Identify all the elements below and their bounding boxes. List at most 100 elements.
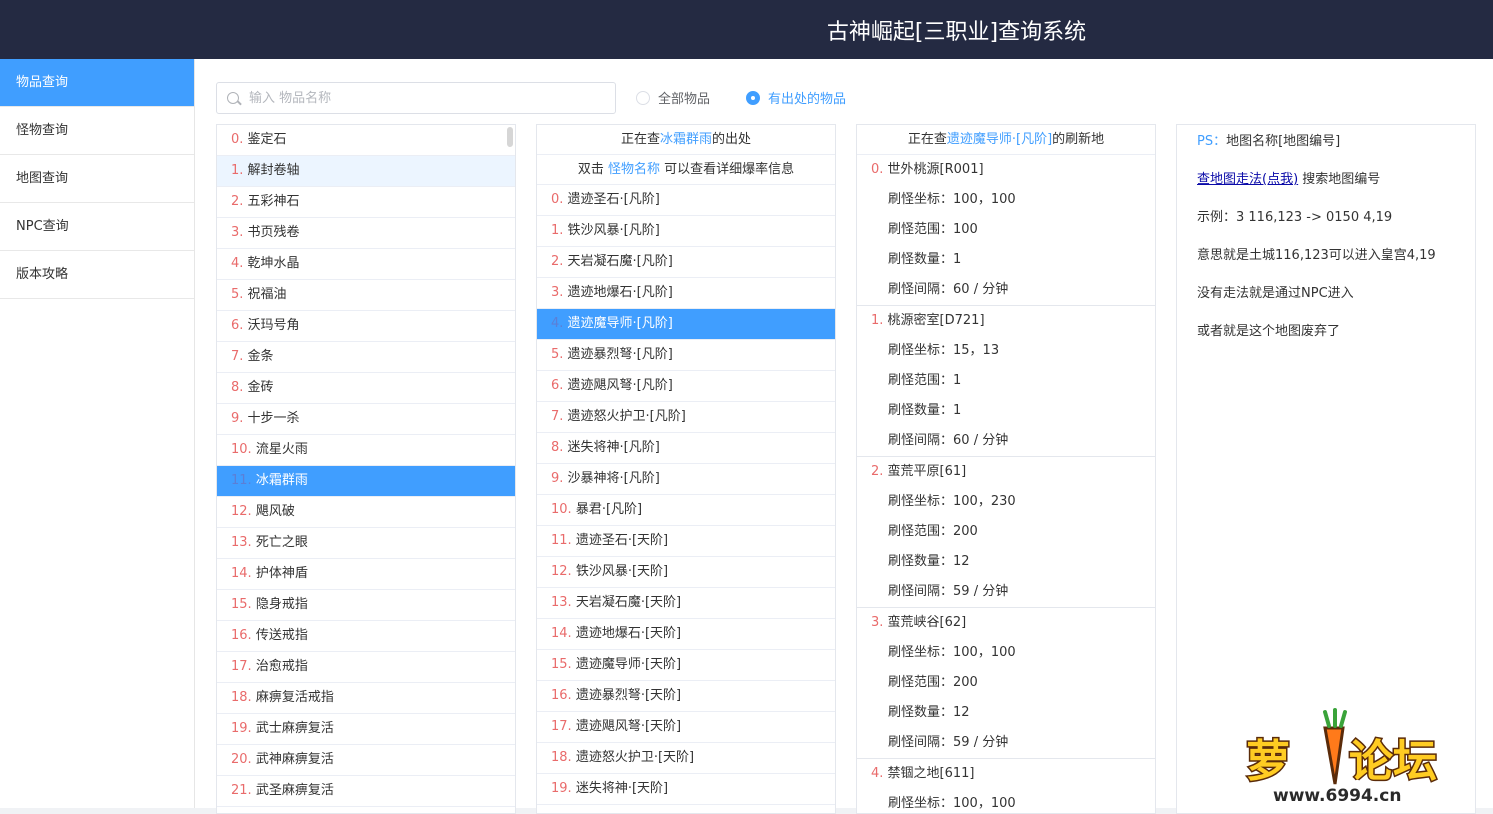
row-label: 暴君·[凡阶] <box>575 502 643 517</box>
monster-row[interactable]: 19. 迷失将神·[天阶] <box>537 774 835 805</box>
radio-all-items[interactable]: 全部物品 <box>636 88 710 107</box>
item-row[interactable]: 18. 麻痹复活戒指 <box>217 683 515 714</box>
row-label: 沙暴神将·[凡阶] <box>567 471 660 486</box>
item-row[interactable]: 19. 武士麻痹复活 <box>217 714 515 745</box>
row-label: 天岩凝石魔·[凡阶] <box>567 254 673 269</box>
monster-row[interactable]: 9. 沙暴神将·[凡阶] <box>537 464 835 495</box>
monster-row[interactable]: 5. 遗迹暴烈弩·[凡阶] <box>537 340 835 371</box>
item-row[interactable]: 1. 解封卷轴 <box>217 156 515 187</box>
row-index: 16. <box>551 688 572 703</box>
monster-row[interactable]: 12. 铁沙风暴·[天阶] <box>537 557 835 588</box>
item-row[interactable]: 2. 五彩神石 <box>217 187 515 218</box>
row-label: 传送戒指 <box>255 628 308 643</box>
row-index: 11. <box>551 533 572 548</box>
row-label: 金砖 <box>247 380 274 395</box>
monster-row[interactable]: 4. 遗迹魔导师·[凡阶] <box>537 309 835 340</box>
row-label: 遗迹暴烈弩·[凡阶] <box>567 347 673 362</box>
item-row[interactable]: 13. 死亡之眼 <box>217 528 515 559</box>
spawn-panel: 正在查遗迹魔导师·[凡阶]的刷新地 0. 世外桃源[R001] 刷怪坐标：100，… <box>856 124 1156 814</box>
item-row[interactable]: 3. 书页残卷 <box>217 218 515 249</box>
item-row[interactable]: 4. 乾坤水晶 <box>217 249 515 280</box>
row-index: 21. <box>231 783 252 798</box>
spawn-map-title[interactable]: 2. 蛮荒平原[61] <box>857 457 1155 487</box>
monster-row[interactable]: 11. 遗迹圣石·[天阶] <box>537 526 835 557</box>
sidebar-item-npc-query[interactable]: NPC查询 <box>0 203 194 251</box>
row-index: 1. <box>871 313 884 328</box>
monster-row[interactable]: 10. 暴君·[凡阶] <box>537 495 835 526</box>
selected-monster-link[interactable]: 遗迹魔导师·[凡阶] <box>947 132 1052 147</box>
row-label: 遗迹魔导师·[天阶] <box>575 657 682 672</box>
monster-row[interactable]: 2. 天岩凝石魔·[凡阶] <box>537 247 835 278</box>
spawn-map-title[interactable]: 0. 世外桃源[R001] <box>857 155 1155 185</box>
row-index: 1. <box>231 163 244 178</box>
item-row[interactable]: 8. 金砖 <box>217 373 515 404</box>
radio-items-with-source[interactable]: 有出处的物品 <box>746 88 846 107</box>
row-label: 治愈戒指 <box>255 659 308 674</box>
row-index: 0. <box>551 192 564 207</box>
spawn-count-label: 刷怪数量： <box>888 252 954 267</box>
spawn-range-label: 刷怪范围： <box>888 524 954 539</box>
map-route-link[interactable]: 查地图走法(点我) <box>1197 172 1298 187</box>
row-index: 14. <box>551 626 572 641</box>
sidebar-item-version-guide[interactable]: 版本攻略 <box>0 251 194 299</box>
monster-row[interactable]: 3. 遗迹地爆石·[凡阶] <box>537 278 835 309</box>
spawn-coord-value: 15，13 <box>953 343 1000 358</box>
item-row[interactable]: 9. 十步一杀 <box>217 404 515 435</box>
item-row[interactable]: 20. 武神麻痹复活 <box>217 745 515 776</box>
row-label: 五彩神石 <box>247 194 300 209</box>
title-prefix: 正在查 <box>907 132 947 147</box>
spawn-interval: 刷怪间隔：60 / 分钟 <box>857 426 1155 456</box>
monster-row[interactable]: 14. 遗迹地爆石·[天阶] <box>537 619 835 650</box>
monster-row[interactable]: 13. 天岩凝石魔·[天阶] <box>537 588 835 619</box>
item-row[interactable]: 16. 传送戒指 <box>217 621 515 652</box>
item-row[interactable]: 11. 冰霜群雨 <box>217 466 515 497</box>
item-row[interactable]: 17. 治愈戒指 <box>217 652 515 683</box>
spawn-coord-value: 100，100 <box>953 645 1016 660</box>
row-index: 15. <box>231 597 252 612</box>
item-row[interactable]: 12. 飓风破 <box>217 497 515 528</box>
spawn-count-label: 刷怪数量： <box>888 554 954 569</box>
spawn-coord-label: 刷怪坐标： <box>888 192 954 207</box>
scrollbar-thumb[interactable] <box>507 127 513 147</box>
item-row[interactable]: 7. 金条 <box>217 342 515 373</box>
monster-row[interactable]: 16. 遗迹暴烈弩·[天阶] <box>537 681 835 712</box>
monster-row[interactable]: 17. 遗迹飓风弩·[天阶] <box>537 712 835 743</box>
item-row[interactable]: 14. 护体神盾 <box>217 559 515 590</box>
source-panel: 正在查冰霜群雨的出处 双击 怪物名称 可以查看详细爆率信息 0. 遗迹圣石·[凡… <box>536 124 836 814</box>
search-box <box>216 82 616 114</box>
title-prefix: 正在查 <box>620 132 660 147</box>
row-index: 16. <box>231 628 252 643</box>
item-row[interactable]: 0. 鉴定石 <box>217 125 515 156</box>
row-label: 死亡之眼 <box>255 535 308 550</box>
monster-row[interactable]: 6. 遗迹飓风弩·[凡阶] <box>537 371 835 402</box>
row-label: 遗迹飓风弩·[天阶] <box>575 719 682 734</box>
monster-row[interactable]: 0. 遗迹圣石·[凡阶] <box>537 185 835 216</box>
row-label: 迷失将神·[天阶] <box>575 781 669 796</box>
item-row[interactable]: 6. 沃玛号角 <box>217 311 515 342</box>
monster-row[interactable]: 7. 遗迹怒火护卫·[凡阶] <box>537 402 835 433</box>
map-name: 桃源密室[D721] <box>887 313 985 328</box>
monster-row[interactable]: 1. 铁沙风暴·[凡阶] <box>537 216 835 247</box>
search-input[interactable] <box>249 87 609 109</box>
note-ps: PS：地图名称[地图编号] <box>1197 127 1475 165</box>
spawn-map-title[interactable]: 3. 蛮荒峡谷[62] <box>857 608 1155 638</box>
monster-row[interactable]: 18. 遗迹怒火护卫·[天阶] <box>537 743 835 774</box>
item-row[interactable]: 15. 隐身戒指 <box>217 590 515 621</box>
selected-item-link[interactable]: 冰霜群雨 <box>660 132 712 147</box>
row-label: 护体神盾 <box>255 566 308 581</box>
monster-row[interactable]: 15. 遗迹魔导师·[天阶] <box>537 650 835 681</box>
sidebar-item-map-query[interactable]: 地图查询 <box>0 155 194 203</box>
row-index: 13. <box>231 535 252 550</box>
row-label: 飓风破 <box>255 504 295 519</box>
spawn-map-title[interactable]: 1. 桃源密室[D721] <box>857 306 1155 336</box>
sidebar-item-item-query[interactable]: 物品查询 <box>0 59 194 107</box>
spawn-map-title[interactable]: 4. 禁锢之地[611] <box>857 759 1155 789</box>
item-row[interactable]: 10. 流星火雨 <box>217 435 515 466</box>
top-header: 古神崛起[三职业]查询系统 <box>0 0 1493 59</box>
spawn-interval: 刷怪间隔：59 / 分钟 <box>857 728 1155 758</box>
sidebar-item-monster-query[interactable]: 怪物查询 <box>0 107 194 155</box>
item-row[interactable]: 21. 武圣麻痹复活 <box>217 776 515 807</box>
row-label: 冰霜群雨 <box>255 473 308 488</box>
item-row[interactable]: 5. 祝福油 <box>217 280 515 311</box>
monster-row[interactable]: 8. 迷失将神·[凡阶] <box>537 433 835 464</box>
